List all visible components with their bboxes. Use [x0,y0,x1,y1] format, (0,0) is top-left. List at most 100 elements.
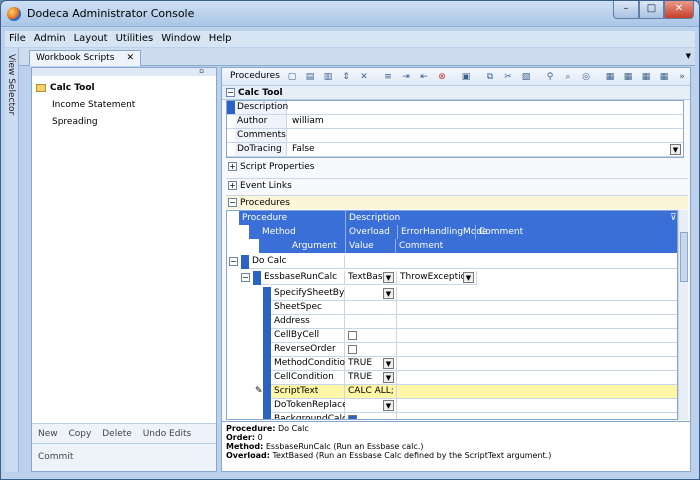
expand-all-icon[interactable]: ▦ [640,71,652,83]
minimize-button[interactable]: – [613,1,639,19]
menu-help[interactable]: Help [205,31,236,47]
filter-icon[interactable]: ⊽ [667,211,677,225]
align-icon[interactable]: ≡ [382,71,394,83]
zoom-icon[interactable]: ◎ [580,71,592,83]
new-button[interactable]: New [38,429,58,439]
pin-icon[interactable]: ▫ [32,68,216,76]
argument-name[interactable]: ReverseOrder [271,343,345,357]
argument-comment[interactable] [397,329,677,343]
insert-argument-icon[interactable]: ▥ [322,71,334,83]
scrollbar-thumb[interactable] [680,232,688,282]
argument-name[interactable]: CellCondition [271,371,345,385]
argument-comment[interactable] [397,315,677,329]
argument-comment[interactable] [397,413,677,419]
argument-value[interactable]: CALC ALL; [345,385,397,399]
col-method[interactable]: Method [259,225,296,239]
argument-name[interactable]: DoTokenReplace [271,399,348,413]
tree-item-income-statement[interactable]: Income Statement [32,97,216,114]
method-name[interactable]: EssbaseRunCalc [261,271,345,285]
tree-item-spreading[interactable]: Spreading [32,114,216,131]
procedure-row[interactable]: − Do Calc [227,255,677,269]
view-selector-strip[interactable]: View Selector [5,48,19,472]
collapse-icon[interactable]: ▦ [622,71,634,83]
insert-method-icon[interactable]: ▤ [304,71,316,83]
argument-comment[interactable] [397,357,677,371]
commit-button[interactable]: Commit [32,443,216,471]
delete-icon[interactable]: ✕ [358,71,370,83]
expand-icon[interactable]: + [228,181,237,190]
argument-row[interactable]: CellByCell [227,329,677,343]
argument-row[interactable]: SheetSpec [227,301,677,315]
delete-button[interactable]: Delete [102,429,132,439]
argument-comment[interactable] [397,371,677,385]
argument-comment[interactable] [397,301,677,315]
col-value[interactable]: Value [345,239,374,253]
argument-row[interactable]: MethodCondition TRUE ▼ [227,357,677,371]
title-bar[interactable]: Dodeca Administrator Console – □ ✕ [1,1,699,27]
maximize-button[interactable]: □ [639,1,664,19]
tab-workbook-scripts[interactable]: Workbook Scripts ✕ [29,50,141,66]
close-button[interactable]: ✕ [664,1,694,19]
indent-icon[interactable]: ⇥ [400,71,412,83]
prop-row[interactable]: Description [227,101,683,115]
value-checkbox[interactable] [348,415,357,419]
argument-name[interactable]: MethodCondition [271,357,351,371]
event-links-section[interactable]: + Event Links [226,178,688,192]
expand-icon[interactable]: ▦ [604,71,616,83]
dotracing-dropdown-icon[interactable]: ▼ [670,144,681,155]
value-dropdown-icon[interactable]: ▼ [383,372,394,383]
new-procedure-icon[interactable]: ▢ [286,71,298,83]
argument-row[interactable]: CellCondition TRUE ▼ [227,371,677,385]
tab-list-dropdown-icon[interactable]: ▼ [686,52,691,60]
col-comment[interactable]: Comment [395,239,443,253]
argument-comment[interactable] [397,287,677,301]
grid-scrollbar[interactable] [678,210,688,420]
move-icon[interactable]: ⇕ [340,71,352,83]
toolbar-overflow-icon[interactable]: » [676,71,688,83]
prop-row[interactable]: Author william [227,115,683,129]
value-checkbox[interactable] [348,331,357,340]
argument-comment[interactable] [397,399,677,413]
argument-name[interactable]: CellByCell [271,329,345,343]
col-argument[interactable]: Argument [289,239,337,253]
menu-file[interactable]: File [5,31,30,47]
tree-item-calc-tool[interactable]: Calc Tool [32,80,216,97]
argument-row[interactable]: ReverseOrder [227,343,677,357]
argument-row[interactable]: BackgroundCalc [227,413,677,419]
menu-layout[interactable]: Layout [70,31,112,47]
find-icon[interactable]: ⚲ [544,71,556,83]
prop-row[interactable]: Comments [227,129,683,143]
collapse-all-icon[interactable]: ▦ [658,71,670,83]
collapse-icon[interactable]: − [241,273,250,282]
procedure-description[interactable] [345,255,677,269]
cut-icon[interactable]: ✂ [502,71,514,83]
argument-name[interactable]: ScriptText [271,385,345,399]
procedures-section[interactable]: − Procedures [226,195,688,209]
value-dropdown-icon[interactable]: ▼ [383,288,394,299]
value-dropdown-icon[interactable]: ▼ [383,400,394,411]
copy-button[interactable]: Copy [69,429,92,439]
overload-dropdown-icon[interactable]: ▼ [383,272,394,283]
argument-comment[interactable] [397,343,677,357]
argument-name[interactable]: BackgroundCalc [271,413,347,419]
argument-value[interactable] [345,315,397,329]
find-next-icon[interactable]: ⌕ [562,71,574,83]
paste-icon[interactable]: ▧ [520,71,532,83]
copy-icon[interactable]: ⧉ [484,71,496,83]
outdent-icon[interactable]: ⇤ [418,71,430,83]
col-description[interactable]: Description [345,211,400,225]
argument-comment[interactable] [397,385,677,399]
method-row[interactable]: − EssbaseRunCalc TextBas ▼ ThrowExceptio… [227,271,677,285]
argument-name[interactable]: SpecifySheetBy [271,287,345,301]
undo-edits-button[interactable]: Undo Edits [143,429,192,439]
prop-value[interactable]: False [289,143,315,156]
col-procedure[interactable]: Procedure [239,211,287,225]
script-properties-section[interactable]: + Script Properties [226,160,688,174]
argument-value[interactable] [345,301,397,315]
argument-row[interactable]: Address [227,315,677,329]
tab-close-icon[interactable]: ✕ [126,51,134,65]
argument-row[interactable]: SpecifySheetBy ▼ [227,287,677,301]
remove-icon[interactable]: ⊗ [436,71,448,83]
menu-utilities[interactable]: Utilities [112,31,158,47]
col-comment[interactable]: Comment [475,225,523,239]
